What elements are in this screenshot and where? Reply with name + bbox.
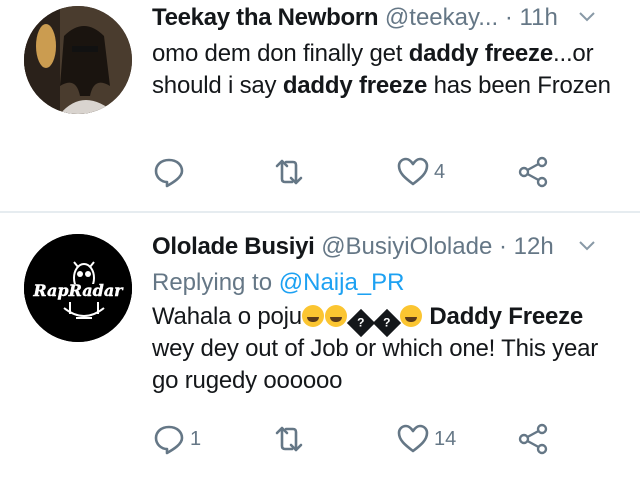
laughing-emoji-icon (399, 305, 422, 327)
tweet-text-segment: Wahala o poju (152, 303, 302, 330)
tweet-text-bold: daddy freeze (282, 72, 428, 99)
author-handle[interactable]: @teekay... (385, 4, 498, 31)
author-name[interactable]: Ololade Busiyi (152, 233, 315, 260)
share-button[interactable] (516, 154, 550, 190)
tweet-text: Wahala o poju?? Daddy Freeze wey dey out… (152, 301, 628, 397)
reply-bubble-icon (154, 158, 184, 188)
avatar[interactable] (24, 6, 132, 114)
tweet-text-bold: daddy freeze (408, 40, 554, 67)
retweet-button[interactable] (272, 154, 310, 190)
replacement-char-icon: ? (346, 308, 376, 338)
retweet-button[interactable] (272, 421, 310, 457)
tweet-actions: 1 14 (152, 421, 572, 457)
replying-to-label: Replying to (152, 269, 279, 296)
share-button[interactable] (516, 421, 550, 457)
replacement-char-icon: ? (372, 308, 402, 338)
like-count: 4 (434, 160, 446, 183)
tweet-text-segment: omo dem don finally get (152, 40, 409, 67)
tweet-text-segment: wey dey out of Job or which one! This ye… (152, 335, 599, 394)
laughing-emoji-icon (301, 305, 324, 327)
tweet-text-bold: Daddy Freeze (429, 303, 584, 330)
mention-link[interactable]: @Naija_PR (279, 269, 405, 296)
like-button[interactable]: 4 (396, 154, 445, 190)
replacement-char-glyph: ? (357, 315, 365, 330)
author-handle[interactable]: @BusiyiOlolade (321, 233, 492, 260)
reply-count: 1 (190, 427, 202, 450)
tweet-item[interactable]: Teekay tha Newborn @teekay... · 11h omo … (0, 0, 640, 212)
like-button[interactable]: 14 (396, 421, 456, 457)
replying-to: Replying to @Naija_PR (152, 267, 628, 301)
tweet-text-segment: has been Frozen (427, 72, 611, 99)
replacement-char-glyph: ? (383, 315, 391, 330)
avatar-logo-text: RapRadar (32, 281, 124, 300)
share-icon (518, 156, 548, 188)
timestamp[interactable]: 11h (520, 4, 558, 31)
avatar[interactable]: RapRadar (24, 234, 132, 342)
tweet-header: Ololade Busiyi @BusiyiOlolade · 12h (152, 229, 628, 267)
reply-button[interactable]: 1 (152, 421, 201, 457)
timestamp[interactable]: 12h (514, 233, 554, 260)
tweet-actions: 4 (152, 154, 572, 190)
reply-button[interactable] (152, 154, 190, 190)
chevron-down-icon[interactable] (578, 237, 596, 255)
chevron-down-icon[interactable] (578, 8, 596, 26)
separator-dot: · (498, 233, 507, 260)
tweet-item[interactable]: RapRadar Ololade Busiyi @BusiyiOlolade ·… (0, 213, 640, 480)
reply-bubble-icon (154, 425, 184, 455)
rapradar-logo: RapRadar (24, 234, 132, 342)
tweet-header: Teekay tha Newborn @teekay... · 11h (152, 0, 628, 38)
author-name[interactable]: Teekay tha Newborn (152, 4, 379, 31)
like-count: 14 (434, 427, 457, 450)
heart-icon (397, 157, 429, 186)
retweet-icon (275, 159, 303, 185)
separator-dot: · (504, 4, 513, 31)
heart-icon (397, 424, 429, 453)
laughing-emoji-icon (324, 305, 347, 327)
tweet-text: omo dem don finally get daddy freeze...o… (152, 38, 628, 102)
share-icon (518, 423, 548, 455)
retweet-icon (275, 426, 303, 452)
